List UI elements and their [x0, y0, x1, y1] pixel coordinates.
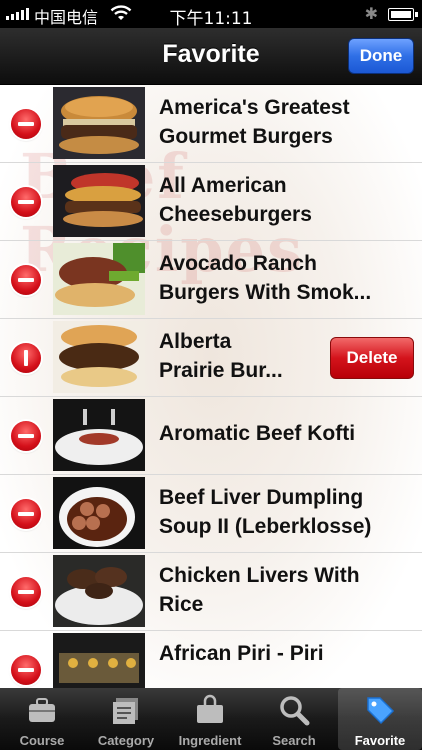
delete-toggle-icon[interactable] — [11, 343, 41, 373]
done-button[interactable]: Done — [348, 38, 414, 74]
delete-toggle-icon[interactable] — [11, 655, 41, 685]
delete-toggle-icon[interactable] — [11, 265, 41, 295]
tab-search[interactable]: Search — [252, 688, 336, 750]
status-bar: 中国电信 下午11:11 ✱ — [0, 0, 422, 29]
tab-ingredient[interactable]: Ingredient — [168, 688, 252, 750]
recipe-title: Avocado Ranch Burgers With Smok... — [159, 252, 372, 304]
recipe-thumbnail — [53, 243, 145, 315]
tab-label: Course — [19, 733, 65, 748]
list-item[interactable]: Chicken Livers With Rice — [0, 553, 422, 631]
recipe-title: Aromatic Beef Kofti — [159, 422, 356, 445]
tag-icon — [367, 697, 395, 725]
favorite-list[interactable]: Beef Recipes America's GreatestGourmet B… — [0, 85, 422, 688]
delete-toggle-icon[interactable] — [11, 187, 41, 217]
tab-label: Favorite — [354, 733, 406, 748]
tab-bar: Course Category Ingredient Search Favori… — [0, 688, 422, 750]
recipe-thumbnail — [53, 399, 145, 471]
tab-category[interactable]: Category — [84, 688, 168, 750]
tab-label: Ingredient — [178, 733, 242, 748]
recipe-thumbnail — [53, 87, 145, 159]
navigation-bar: Favorite Done — [0, 28, 422, 85]
recipe-title: Alberta Prairie Bur... — [159, 330, 283, 382]
list-item[interactable]: African Piri - Piri — [0, 631, 422, 688]
list-item[interactable]: Avocado Ranch Burgers With Smok... — [0, 241, 422, 319]
delete-toggle-icon[interactable] — [11, 577, 41, 607]
recipe-title: America's Greatest Gourmet Burgers — [159, 96, 350, 148]
list-item[interactable]: Beef Liver Dumpling Soup II (Leberklosse) — [0, 475, 422, 553]
recipe-thumbnail — [53, 165, 145, 237]
search-icon — [280, 696, 310, 726]
recipe-title: Chicken Livers With Rice — [159, 564, 360, 616]
recipe-title: African Piri - Piri — [159, 642, 324, 665]
recipe-title: Beef Liver Dumpling Soup II (Leberklosse) — [159, 486, 372, 538]
delete-toggle-icon[interactable] — [11, 109, 41, 139]
list-item[interactable]: All American Cheeseburgers — [0, 163, 422, 241]
status-time: 下午11:11 — [169, 9, 253, 29]
recipe-title: All American Cheeseburgers — [159, 174, 312, 226]
list-item[interactable]: America's Greatest Gourmet Burgers — [0, 85, 422, 163]
delete-toggle-icon[interactable] — [11, 499, 41, 529]
delete-button[interactable]: Delete — [330, 337, 414, 379]
recipe-thumbnail — [53, 633, 145, 688]
briefcase-icon — [29, 698, 55, 722]
recipe-thumbnail — [53, 477, 145, 549]
battery-icon — [388, 8, 418, 21]
list-item[interactable]: Alberta Prairie Bur... Delete — [0, 319, 422, 397]
recipe-thumbnail — [53, 321, 145, 393]
tab-label: Search — [272, 733, 316, 748]
delete-toggle-icon[interactable] — [11, 421, 41, 451]
list-item[interactable]: Aromatic Beef Kofti — [0, 397, 422, 475]
tab-label: Category — [97, 733, 155, 748]
recipe-thumbnail — [53, 555, 145, 627]
tab-favorite[interactable]: Favorite — [338, 688, 422, 750]
bag-icon — [197, 694, 223, 723]
category-icon — [113, 698, 138, 724]
bluetooth-icon: ✱ — [364, 6, 378, 23]
tab-course[interactable]: Course — [0, 688, 84, 750]
